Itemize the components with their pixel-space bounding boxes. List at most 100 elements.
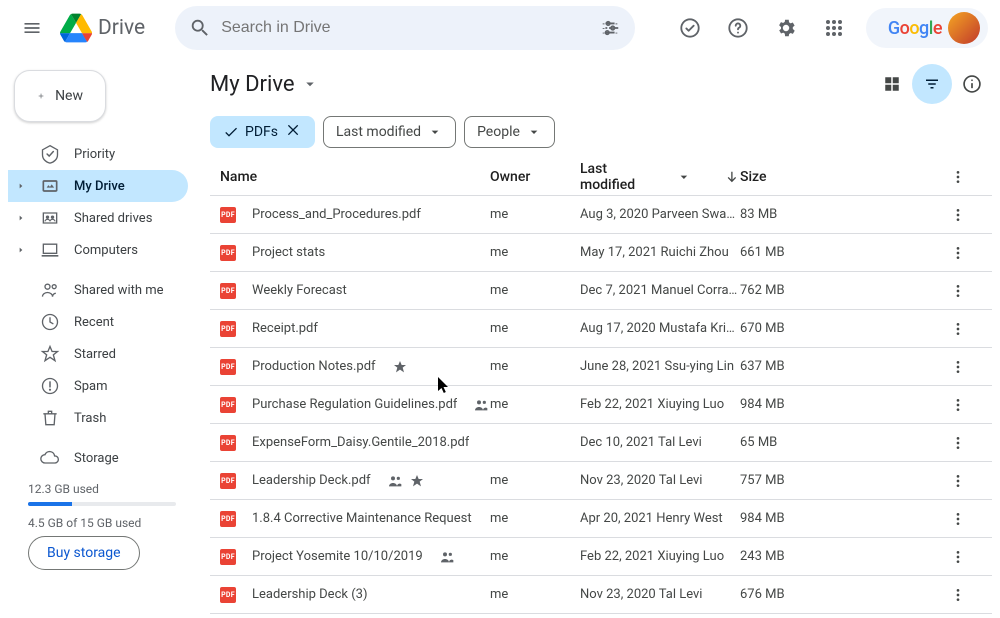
storage-used-detail: 4.5 GB of 15 GB used (28, 516, 176, 530)
table-row[interactable]: PDFProduction Notes.pdfmeJune 28, 2021 S… (210, 348, 992, 386)
sidebar-item-my-drive[interactable]: My Drive (8, 170, 188, 202)
drive-icon (60, 12, 92, 44)
cell-owner: me (490, 511, 580, 526)
file-name: ExpenseForm_Daisy.Gentile_2018.pdf (252, 435, 469, 450)
file-name: Project Yosemite 10/10/2019 (252, 549, 423, 564)
cell-size: 670 MB (740, 321, 940, 336)
kebab-icon (950, 283, 966, 299)
row-more-button[interactable] (940, 435, 976, 451)
sidebar-item-label: Priority (74, 147, 115, 162)
col-size[interactable]: Size (740, 169, 940, 185)
row-more-button[interactable] (940, 283, 976, 299)
my-drive-icon (40, 176, 60, 196)
avatar[interactable] (948, 12, 980, 44)
clear-type-filter[interactable] (286, 122, 302, 142)
col-modified[interactable]: Last modified (580, 161, 740, 193)
search-input[interactable] (221, 19, 589, 37)
heading-row: My Drive (210, 56, 992, 112)
new-button[interactable]: New (14, 70, 106, 122)
grid-view-button[interactable] (872, 64, 912, 104)
sidebar-item-shared-drives[interactable]: Shared drives (8, 202, 188, 234)
pdf-icon: PDF (220, 245, 236, 261)
table-row[interactable]: PDFLeadership Deck (3)meNov 23, 2020 Tal… (210, 576, 992, 614)
cell-owner: me (490, 283, 580, 298)
col-owner[interactable]: Owner (490, 169, 580, 185)
sidebar-item-recent[interactable]: Recent (8, 306, 188, 338)
kebab-icon (950, 511, 966, 527)
sidebar-item-priority[interactable]: Priority (8, 138, 188, 170)
cell-modified: May 17, 2021 Ruichi Zhou (580, 245, 740, 260)
pdf-icon: PDF (220, 283, 236, 299)
pdf-icon: PDF (220, 321, 236, 337)
details-pane-button[interactable] (952, 64, 992, 104)
row-more-button[interactable] (940, 587, 976, 603)
cell-modified: Nov 23, 2020 Tal Levi (580, 473, 740, 488)
drive-logo[interactable]: Drive (60, 12, 145, 44)
sidebar-item-label: Trash (74, 411, 106, 426)
cell-size: 757 MB (740, 473, 940, 488)
pdf-icon: PDF (220, 511, 236, 527)
apps-button[interactable] (814, 8, 854, 48)
cell-size: 984 MB (740, 511, 940, 526)
chevron-down-icon (427, 124, 443, 140)
file-name: Project stats (252, 245, 325, 260)
row-more-button[interactable] (940, 359, 976, 375)
file-name: Process_and_Procedures.pdf (252, 207, 421, 222)
filter-chip-people[interactable]: People (464, 116, 555, 148)
search-box[interactable] (175, 6, 635, 50)
sidebar-item-storage[interactable]: Storage (8, 442, 188, 474)
cell-modified: Dec 10, 2021 Tal Levi (580, 435, 740, 450)
sidebar-item-computers[interactable]: Computers (8, 234, 188, 266)
offline-status-button[interactable] (670, 8, 710, 48)
row-more-button[interactable] (940, 511, 976, 527)
folder-title-button[interactable]: My Drive (210, 72, 319, 97)
table-row[interactable]: PDFWeekly ForecastmeDec 7, 2021 Manuel C… (210, 272, 992, 310)
cell-size: 762 MB (740, 283, 940, 298)
col-more[interactable] (940, 169, 976, 185)
sidebar-item-label: My Drive (74, 179, 125, 194)
filter-toggle-button[interactable] (912, 64, 952, 104)
table-row[interactable]: PDF1.8.4 Corrective Maintenance Requestm… (210, 500, 992, 538)
table-row[interactable]: PDFLeadership Deck.pdfmeNov 23, 2020 Tal… (210, 462, 992, 500)
sidebar-item-starred[interactable]: Starred (8, 338, 188, 370)
star-icon (392, 359, 408, 375)
pdf-icon: PDF (220, 359, 236, 375)
table-row[interactable]: PDFProject statsmeMay 17, 2021 Ruichi Zh… (210, 234, 992, 272)
file-name: Weekly Forecast (252, 283, 347, 298)
chevron-down-icon (676, 169, 692, 185)
settings-button[interactable] (766, 8, 806, 48)
kebab-icon (950, 435, 966, 451)
pdf-icon: PDF (220, 207, 236, 223)
file-table: PDFProcess_and_Procedures.pdfmeAug 3, 20… (210, 196, 992, 618)
filter-chip-modified[interactable]: Last modified (323, 116, 456, 148)
sidebar-item-label: Computers (74, 243, 138, 258)
main-menu-button[interactable] (12, 8, 52, 48)
sidebar-item-shared-with-me[interactable]: Shared with me (8, 274, 188, 306)
row-more-button[interactable] (940, 207, 976, 223)
check-icon (223, 124, 239, 140)
table-row[interactable]: PDF Process_and_Procedures.pdf meAug 3, 20… (210, 196, 992, 234)
row-more-button[interactable] (940, 549, 976, 565)
account-switcher[interactable]: Google (866, 8, 988, 48)
cell-owner: me (490, 207, 580, 222)
row-more-button[interactable] (940, 245, 976, 261)
row-more-button[interactable] (940, 321, 976, 337)
table-row[interactable]: PDFExpenseForm_Daisy.Gentile_2018.pdfDec… (210, 424, 992, 462)
search-options-icon[interactable] (599, 17, 621, 39)
search-icon (189, 17, 211, 39)
col-name[interactable]: Name (210, 169, 490, 185)
table-row[interactable]: PDFProject Yosemite 10/10/2019meFeb 22, … (210, 538, 992, 576)
support-button[interactable] (718, 8, 758, 48)
row-more-button[interactable] (940, 473, 976, 489)
buy-storage-button[interactable]: Buy storage (28, 536, 140, 570)
filter-chip-type[interactable]: PDFs (210, 116, 315, 148)
table-row[interactable]: PDFPurchase Regulation Guidelines.pdfmeF… (210, 386, 992, 424)
table-row[interactable]: PDFReceipt.pdfmeAug 17, 2020 Mustafa Kri… (210, 310, 992, 348)
row-more-button[interactable] (940, 397, 976, 413)
sidebar-item-spam[interactable]: Spam (8, 370, 188, 402)
file-name: Purchase Regulation Guidelines.pdf (252, 397, 457, 412)
cell-modified: Feb 22, 2021 Xiuying Luo (580, 397, 740, 412)
new-button-label: New (55, 88, 83, 104)
cell-modified: Aug 3, 2020 Parveen Swamina (580, 207, 740, 222)
sidebar-item-trash[interactable]: Trash (8, 402, 188, 434)
